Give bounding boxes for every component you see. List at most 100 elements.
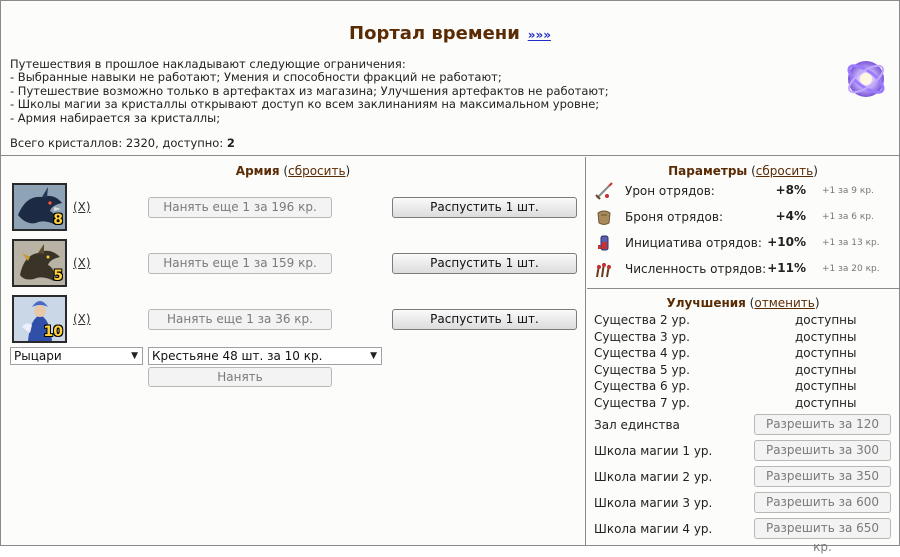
upgrade-status: доступны	[795, 379, 857, 393]
upgrade-status: доступны	[795, 329, 857, 344]
param-value: +4%	[775, 209, 806, 223]
army-title: Армия	[235, 164, 280, 178]
params-reset-link[interactable]: сбросить	[756, 164, 813, 178]
upgrade-row: Существа 6 ур. доступны	[594, 379, 894, 395]
param-label: Урон отрядов:	[625, 184, 715, 198]
upgrade-buy-label: Зал единства	[594, 418, 680, 432]
army-title-row: Армия (сбросить)	[235, 164, 351, 178]
restriction-line: - Путешествие возможно только в артефакт…	[10, 83, 609, 98]
allow-button[interactable]: Разрешить за 300 кр.	[754, 440, 891, 476]
upgrade-row: Существа 3 ур. доступны	[594, 330, 894, 346]
upgrade-row: Существа 4 ур. доступны	[594, 346, 894, 362]
params-panel: Параметры (сбросить) Урон отрядов: +8% +…	[587, 157, 899, 289]
allow-button[interactable]: Разрешить за 600 кр.	[754, 492, 891, 528]
upgrade-row: Существа 5 ур. доступны	[594, 363, 894, 379]
upgrade-buy-row: Зал единства Разрешить за 120 кр.	[594, 414, 894, 450]
sword-icon	[594, 181, 614, 201]
upgrade-row: Существа 7 ур. доступны	[594, 396, 894, 412]
upgrades-cancel-link[interactable]: отменить	[754, 296, 814, 310]
right-panel: Параметры (сбросить) Урон отрядов: +8% +…	[587, 157, 899, 554]
upgrade-buy-label: Школа магии 2 ур.	[594, 470, 713, 484]
upgrade-buy-label: Школа магии 4 ур.	[594, 522, 713, 536]
crystals-available: 2	[226, 136, 235, 150]
upgrade-label: Существа 6 ур.	[594, 379, 690, 393]
unit-count: 5	[53, 268, 63, 284]
restriction-line: - Школы магии за кристаллы открывают дос…	[10, 97, 600, 112]
remove-unit-link[interactable]: (X)	[73, 312, 91, 326]
army-unit-row: 8 (X) Нанять еще 1 за 196 кр. Распустить…	[12, 183, 582, 231]
remove-unit-link[interactable]: (X)	[73, 256, 91, 270]
restriction-line: Путешествия в прошлое накладывают следую…	[10, 57, 406, 71]
upgrade-buy-label: Школа магии 3 ур.	[594, 496, 713, 510]
upgrade-label: Существа 4 ур.	[594, 346, 690, 360]
param-row-troops[interactable]: Численность отрядов: +11% +1 за 20 кр.	[594, 259, 894, 279]
army-unit-row: 10 (X) Нанять еще 1 за 36 кр. Распустить…	[12, 295, 582, 343]
allow-button[interactable]: Разрешить за 350 кр.	[754, 466, 891, 502]
upgrade-buy-row: Школа магии 4 ур. Разрешить за 650 кр.	[594, 518, 894, 554]
upgrade-buy-row: Школа магии 2 ур. Разрешить за 350 кр.	[594, 466, 894, 502]
upgrade-buy-row: Школа магии 3 ур. Разрешить за 600 кр.	[594, 492, 894, 528]
upgrade-buy-label: Школа магии 1 ур.	[594, 444, 713, 458]
chevron-down-icon: ▼	[370, 351, 377, 361]
portal-window: Портал времени »»» Путешествия в прошлое…	[0, 0, 900, 554]
army-unit-row: 5 (X) Нанять еще 1 за 159 кр. Распустить…	[12, 239, 582, 287]
crystals-text: Всего кристаллов: 2320, доступно:	[10, 136, 224, 150]
upgrade-buy-row: Школа магии 1 ур. Разрешить за 300 кр.	[594, 440, 894, 476]
restriction-line: - Армия набирается за кристаллы;	[10, 110, 221, 125]
remove-unit-link[interactable]: (X)	[73, 200, 91, 214]
upgrades-title-row: Улучшения (отменить)	[666, 296, 820, 310]
hire-more-button[interactable]: Нанять еще 1 за 196 кр.	[148, 197, 332, 218]
param-value: +8%	[775, 183, 806, 197]
params-title-row: Параметры (сбросить)	[668, 164, 818, 178]
param-value: +11%	[767, 261, 806, 275]
black-dragon-icon: 8	[12, 183, 67, 231]
dismiss-button[interactable]: Распустить 1 шт.	[392, 253, 577, 274]
param-cost-note: +1 за 6 кр.	[822, 212, 874, 222]
upgrade-label: Существа 3 ур.	[594, 329, 690, 344]
upgrades-panel: Улучшения (отменить) Существа 2 ур. дост…	[587, 290, 899, 554]
page-title: Портал времени	[349, 23, 520, 44]
hire-more-button[interactable]: Нанять еще 1 за 159 кр.	[148, 253, 332, 274]
allow-button[interactable]: Разрешить за 650 кр.	[754, 518, 891, 554]
param-row-initiative[interactable]: Инициатива отрядов: +10% +1 за 13 кр.	[594, 233, 894, 253]
faction-select-value: Рыцари	[14, 349, 62, 363]
param-row-damage[interactable]: Урон отрядов: +8% +1 за 9 кр.	[594, 181, 894, 201]
param-value: +10%	[767, 235, 806, 249]
army-reset-link[interactable]: сбросить	[288, 164, 345, 178]
unit-select[interactable]: Крестьяне 48 шт. за 10 кр. ▼	[148, 347, 382, 365]
params-title: Параметры	[668, 164, 748, 178]
restrictions-text: Путешествия в прошлое накладывают следую…	[10, 57, 609, 125]
troops-icon	[594, 259, 614, 279]
unit-count: 8	[53, 212, 63, 228]
hire-button[interactable]: Нанять	[148, 367, 332, 387]
faction-select[interactable]: Рыцари ▼	[10, 347, 143, 365]
dismiss-button[interactable]: Распустить 1 шт.	[392, 197, 577, 218]
title-row: Портал времени »»»	[1, 23, 899, 44]
title-more-link[interactable]: »»»	[528, 28, 551, 42]
upgrade-label: Существа 2 ур.	[594, 313, 690, 327]
mage-icon: 10	[12, 295, 67, 343]
param-label: Инициатива отрядов:	[625, 236, 762, 250]
upgrade-row: Существа 2 ур. доступны	[594, 313, 894, 329]
armor-icon	[594, 207, 614, 227]
upgrade-status: доступны	[795, 395, 857, 410]
upgrades-title: Улучшения	[666, 296, 746, 310]
hire-more-button[interactable]: Нанять еще 1 за 36 кр.	[148, 309, 332, 330]
header-panel: Портал времени »»» Путешествия в прошлое…	[1, 1, 899, 156]
param-cost-note: +1 за 9 кр.	[822, 186, 874, 196]
dragon-icon: 5	[12, 239, 67, 287]
portal-icon	[844, 57, 888, 101]
param-row-armor[interactable]: Броня отрядов: +4% +1 за 6 кр.	[594, 207, 894, 227]
dismiss-button[interactable]: Распустить 1 шт.	[392, 309, 577, 330]
crystals-info: Всего кристаллов: 2320, доступно: 2	[10, 136, 235, 150]
allow-button[interactable]: Разрешить за 120 кр.	[754, 414, 891, 450]
upgrade-status: доступны	[795, 346, 857, 360]
upgrade-status: доступны	[795, 362, 857, 377]
initiative-icon	[594, 233, 614, 253]
param-label: Броня отрядов:	[625, 210, 723, 224]
chevron-down-icon: ▼	[131, 351, 138, 361]
param-cost-note: +1 за 13 кр.	[822, 238, 880, 248]
unit-count: 10	[43, 324, 63, 340]
upgrade-label: Существа 5 ур.	[594, 362, 690, 377]
upgrade-status: доступны	[795, 313, 857, 327]
